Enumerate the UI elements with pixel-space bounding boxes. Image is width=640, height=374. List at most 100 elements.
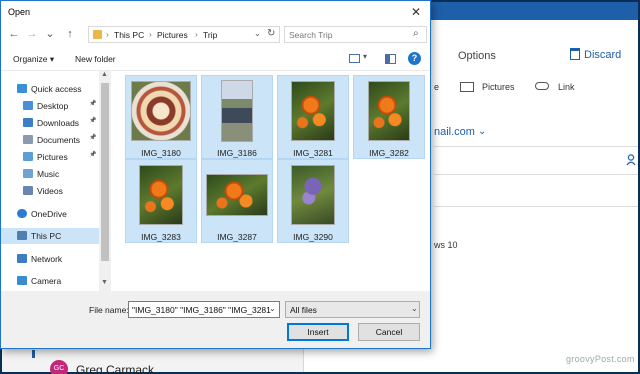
image-thumbnail — [291, 81, 335, 141]
nav-item-label: Documents — [37, 135, 80, 145]
nav-item-downloads[interactable]: Downloads 📌 — [1, 115, 99, 131]
file-name-label: IMG_3287 — [217, 232, 257, 242]
message-body-text[interactable]: ws 10 — [434, 240, 458, 250]
image-thumbnail — [139, 165, 183, 225]
insert-button[interactable]: Insert — [287, 323, 349, 341]
divider — [434, 206, 638, 207]
nav-item-documents[interactable]: Documents 📌 — [1, 132, 99, 148]
file-name-field[interactable]: "IMG_3180" "IMG_3186" "IMG_3281 — [128, 301, 280, 318]
nav-item-label: This PC — [31, 231, 62, 241]
file-item[interactable]: IMG_3290 — [277, 159, 349, 243]
search-input[interactable]: Search Trip ⌕ — [284, 26, 427, 43]
forward-arrow-icon[interactable]: → — [25, 27, 39, 41]
search-placeholder: Search Trip — [289, 30, 333, 40]
file-item[interactable]: IMG_3180 — [125, 75, 197, 159]
open-file-dialog: Open ✕ ← → ⌄ ↑ › This PC › Pictures › Tr… — [0, 0, 431, 349]
preview-pane-icon[interactable] — [385, 54, 396, 64]
breadcrumb-pictures[interactable]: Pictures — [157, 30, 188, 40]
chevron-down-icon[interactable]: ⌄ — [269, 304, 276, 313]
scroll-up-arrow-icon[interactable]: ▲ — [101, 71, 108, 78]
pictures-icon — [23, 152, 33, 161]
videos-icon — [23, 186, 33, 195]
image-thumbnail — [206, 174, 268, 216]
person-icon[interactable] — [626, 154, 636, 166]
divider — [434, 174, 638, 175]
file-name-label: IMG_3180 — [141, 148, 181, 158]
folder-icon — [93, 30, 102, 39]
tab-options[interactable]: Options — [458, 50, 496, 62]
nav-item-camera[interactable]: Camera — [1, 273, 99, 289]
chevron-down-icon[interactable]: ▾ — [363, 52, 367, 61]
nav-item-network[interactable]: Network — [1, 251, 99, 267]
cloud-icon — [17, 209, 27, 218]
view-options-icon[interactable] — [349, 54, 360, 63]
nav-item-pictures[interactable]: Pictures 📌 — [1, 149, 99, 165]
contact-name[interactable]: Greg Carmack — [76, 363, 154, 374]
nav-item-this-pc[interactable]: This PC — [1, 228, 99, 244]
nav-item-label: Downloads — [37, 118, 80, 128]
organize-menu-button[interactable]: Organize ▾ — [13, 54, 54, 65]
nav-item-label: Network — [31, 254, 63, 264]
selection-accent — [32, 350, 35, 358]
desktop-icon — [23, 101, 33, 110]
nav-item-label: Videos — [37, 186, 63, 196]
file-type-select[interactable]: All files — [285, 301, 420, 318]
image-thumbnail — [221, 80, 253, 142]
breadcrumb-this-pc[interactable]: This PC — [114, 30, 144, 40]
breadcrumb-trip[interactable]: Trip — [203, 30, 217, 40]
file-name-label: File name: — [89, 305, 129, 315]
scroll-down-arrow-icon[interactable]: ▼ — [101, 279, 108, 286]
nav-item-quick-access[interactable]: Quick access — [1, 81, 99, 97]
scrollbar-thumb[interactable] — [101, 83, 109, 261]
nav-item-label: Quick access — [31, 84, 82, 94]
cancel-button[interactable]: Cancel — [358, 323, 420, 341]
search-icon[interactable]: ⌕ — [413, 28, 419, 39]
help-icon[interactable]: ? — [408, 52, 421, 65]
address-bar[interactable]: › This PC › Pictures › Trip ⌄ ↻ — [88, 26, 280, 43]
discard-button[interactable]: Discard — [584, 49, 621, 61]
address-dropdown-chevron-icon[interactable]: ⌄ — [254, 29, 261, 38]
file-item[interactable]: IMG_3281 — [277, 75, 349, 159]
chevron-down-icon[interactable]: ⌄ — [478, 126, 486, 137]
picture-icon[interactable] — [460, 82, 474, 92]
file-name-label: IMG_3290 — [293, 232, 333, 242]
breadcrumb-separator: › — [106, 29, 109, 39]
insert-link-button[interactable]: Link — [558, 82, 575, 92]
dialog-title: Open — [8, 7, 31, 17]
nav-item-music[interactable]: Music — [1, 166, 99, 182]
image-thumbnail — [368, 81, 410, 141]
breadcrumb-separator: › — [195, 29, 198, 39]
computer-icon — [17, 231, 27, 240]
new-folder-button[interactable]: New folder — [75, 54, 116, 64]
file-name-label: IMG_3283 — [141, 232, 181, 242]
chevron-down-icon[interactable]: ⌄ — [411, 304, 418, 313]
refresh-icon[interactable]: ↻ — [267, 28, 275, 39]
close-button[interactable]: ✕ — [405, 4, 427, 20]
pin-icon: 📌 — [89, 152, 97, 158]
dialog-title-bar[interactable]: Open ✕ — [1, 1, 430, 23]
nav-item-videos[interactable]: Videos — [1, 183, 99, 199]
nav-item-onedrive[interactable]: OneDrive — [1, 206, 99, 222]
nav-item-label: Camera — [31, 276, 62, 286]
music-icon — [23, 169, 33, 178]
image-thumbnail — [291, 165, 335, 225]
from-email-address[interactable]: nail.com — [434, 126, 475, 138]
link-icon[interactable] — [535, 82, 549, 90]
file-name-label: IMG_3282 — [369, 148, 409, 158]
download-icon — [23, 118, 33, 127]
file-item[interactable]: IMG_3186 — [201, 75, 273, 159]
insert-pictures-button[interactable]: Pictures — [482, 82, 515, 92]
pin-icon: 📌 — [89, 118, 97, 124]
up-arrow-icon[interactable]: ↑ — [63, 27, 77, 41]
insert-item-partial[interactable]: e — [434, 82, 439, 92]
file-item[interactable]: IMG_3282 — [353, 75, 425, 159]
file-item[interactable]: IMG_3287 — [201, 159, 273, 243]
pin-icon: 📌 — [89, 135, 97, 141]
navigation-scrollbar[interactable]: ▲ ▼ — [99, 71, 111, 291]
trash-icon[interactable] — [570, 48, 580, 60]
back-arrow-icon[interactable]: ← — [7, 27, 21, 41]
recent-locations-chevron-icon[interactable]: ⌄ — [43, 27, 57, 41]
file-item[interactable]: IMG_3283 — [125, 159, 197, 243]
nav-item-desktop[interactable]: Desktop 📌 — [1, 98, 99, 114]
avatar[interactable]: GC — [50, 360, 68, 374]
